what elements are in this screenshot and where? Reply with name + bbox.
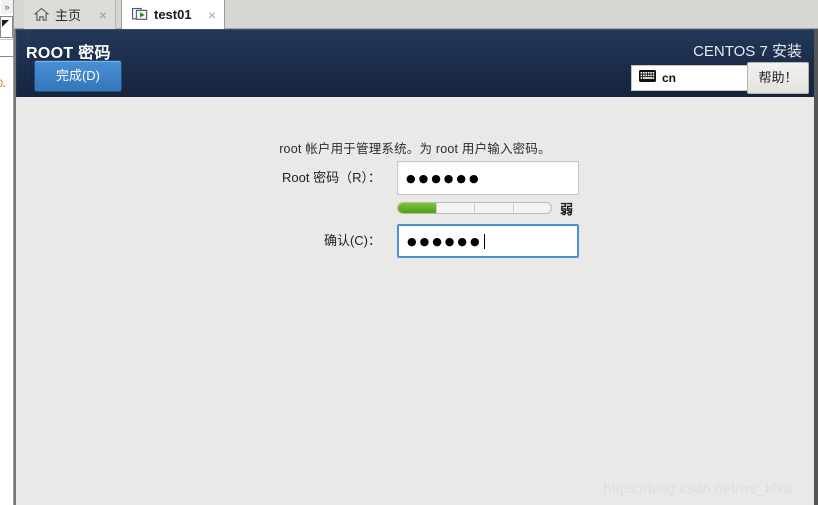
sliver-number-dot: . xyxy=(2,78,6,90)
keyboard-icon xyxy=(639,69,656,87)
password-strength-track xyxy=(397,202,552,214)
sliver-list-cell xyxy=(0,39,13,57)
home-icon xyxy=(34,7,49,22)
strength-segment xyxy=(514,203,552,213)
tab-home[interactable]: 主页 × xyxy=(24,0,116,29)
root-password-input[interactable]: ●●●●●● xyxy=(397,161,579,195)
host-tab-bar: 主页 × test01 × xyxy=(14,0,818,30)
expand-chevron-icon[interactable]: » xyxy=(1,0,13,14)
close-icon[interactable]: × xyxy=(95,8,107,22)
strength-segment xyxy=(398,203,437,213)
strength-segment xyxy=(437,203,475,213)
text-caret xyxy=(483,233,485,249)
done-button[interactable]: 完成(D) xyxy=(34,60,122,92)
tab-test01-label: test01 xyxy=(154,7,192,22)
hint-text: root 帐户用于管理系统。为 root 用户输入密码。 xyxy=(279,142,551,156)
sliver-number-text: 0. xyxy=(0,78,13,90)
strength-segment xyxy=(475,203,514,213)
tab-home-label: 主页 xyxy=(55,8,82,23)
installer-body: root 帐户用于管理系统。为 root 用户输入密码。 Root 密码（R）：… xyxy=(16,97,814,505)
password-strength-meter: 弱 xyxy=(397,202,579,217)
product-title: CENTOS 7 安装 xyxy=(693,43,802,60)
tab-test01[interactable]: test01 × xyxy=(121,0,225,30)
installer-header: ROOT 密码 完成(D) CENTOS 7 安装 cn 帮助！ xyxy=(16,29,814,97)
help-button[interactable]: 帮助！ xyxy=(747,62,809,94)
password-strength-label: 弱 xyxy=(560,202,574,217)
watermark-text: https://blog.csdn.net/ws_kfxd xyxy=(603,480,792,496)
confirm-password-label: 确认(C)： xyxy=(323,233,381,248)
root-password-value: ●●●●●● xyxy=(406,171,482,185)
virtual-machine-icon xyxy=(132,7,148,22)
close-icon[interactable]: × xyxy=(204,8,216,22)
root-password-label: Root 密码（R）： xyxy=(282,170,381,185)
confirm-password-value: ●●●●●● xyxy=(407,234,483,248)
screenshot-root: » 0. 主页 × test01 × xyxy=(0,0,818,505)
keyboard-language-label: cn xyxy=(662,71,677,85)
host-left-panel-sliver: » 0. xyxy=(0,0,14,505)
confirm-password-input[interactable]: ●●●●●● xyxy=(397,224,579,258)
centos-installer-window: ROOT 密码 完成(D) CENTOS 7 安装 cn 帮助！ root 帐户… xyxy=(14,29,818,505)
keyboard-layout-indicator[interactable]: cn xyxy=(631,65,753,91)
triangle-cursor-icon xyxy=(2,20,9,27)
